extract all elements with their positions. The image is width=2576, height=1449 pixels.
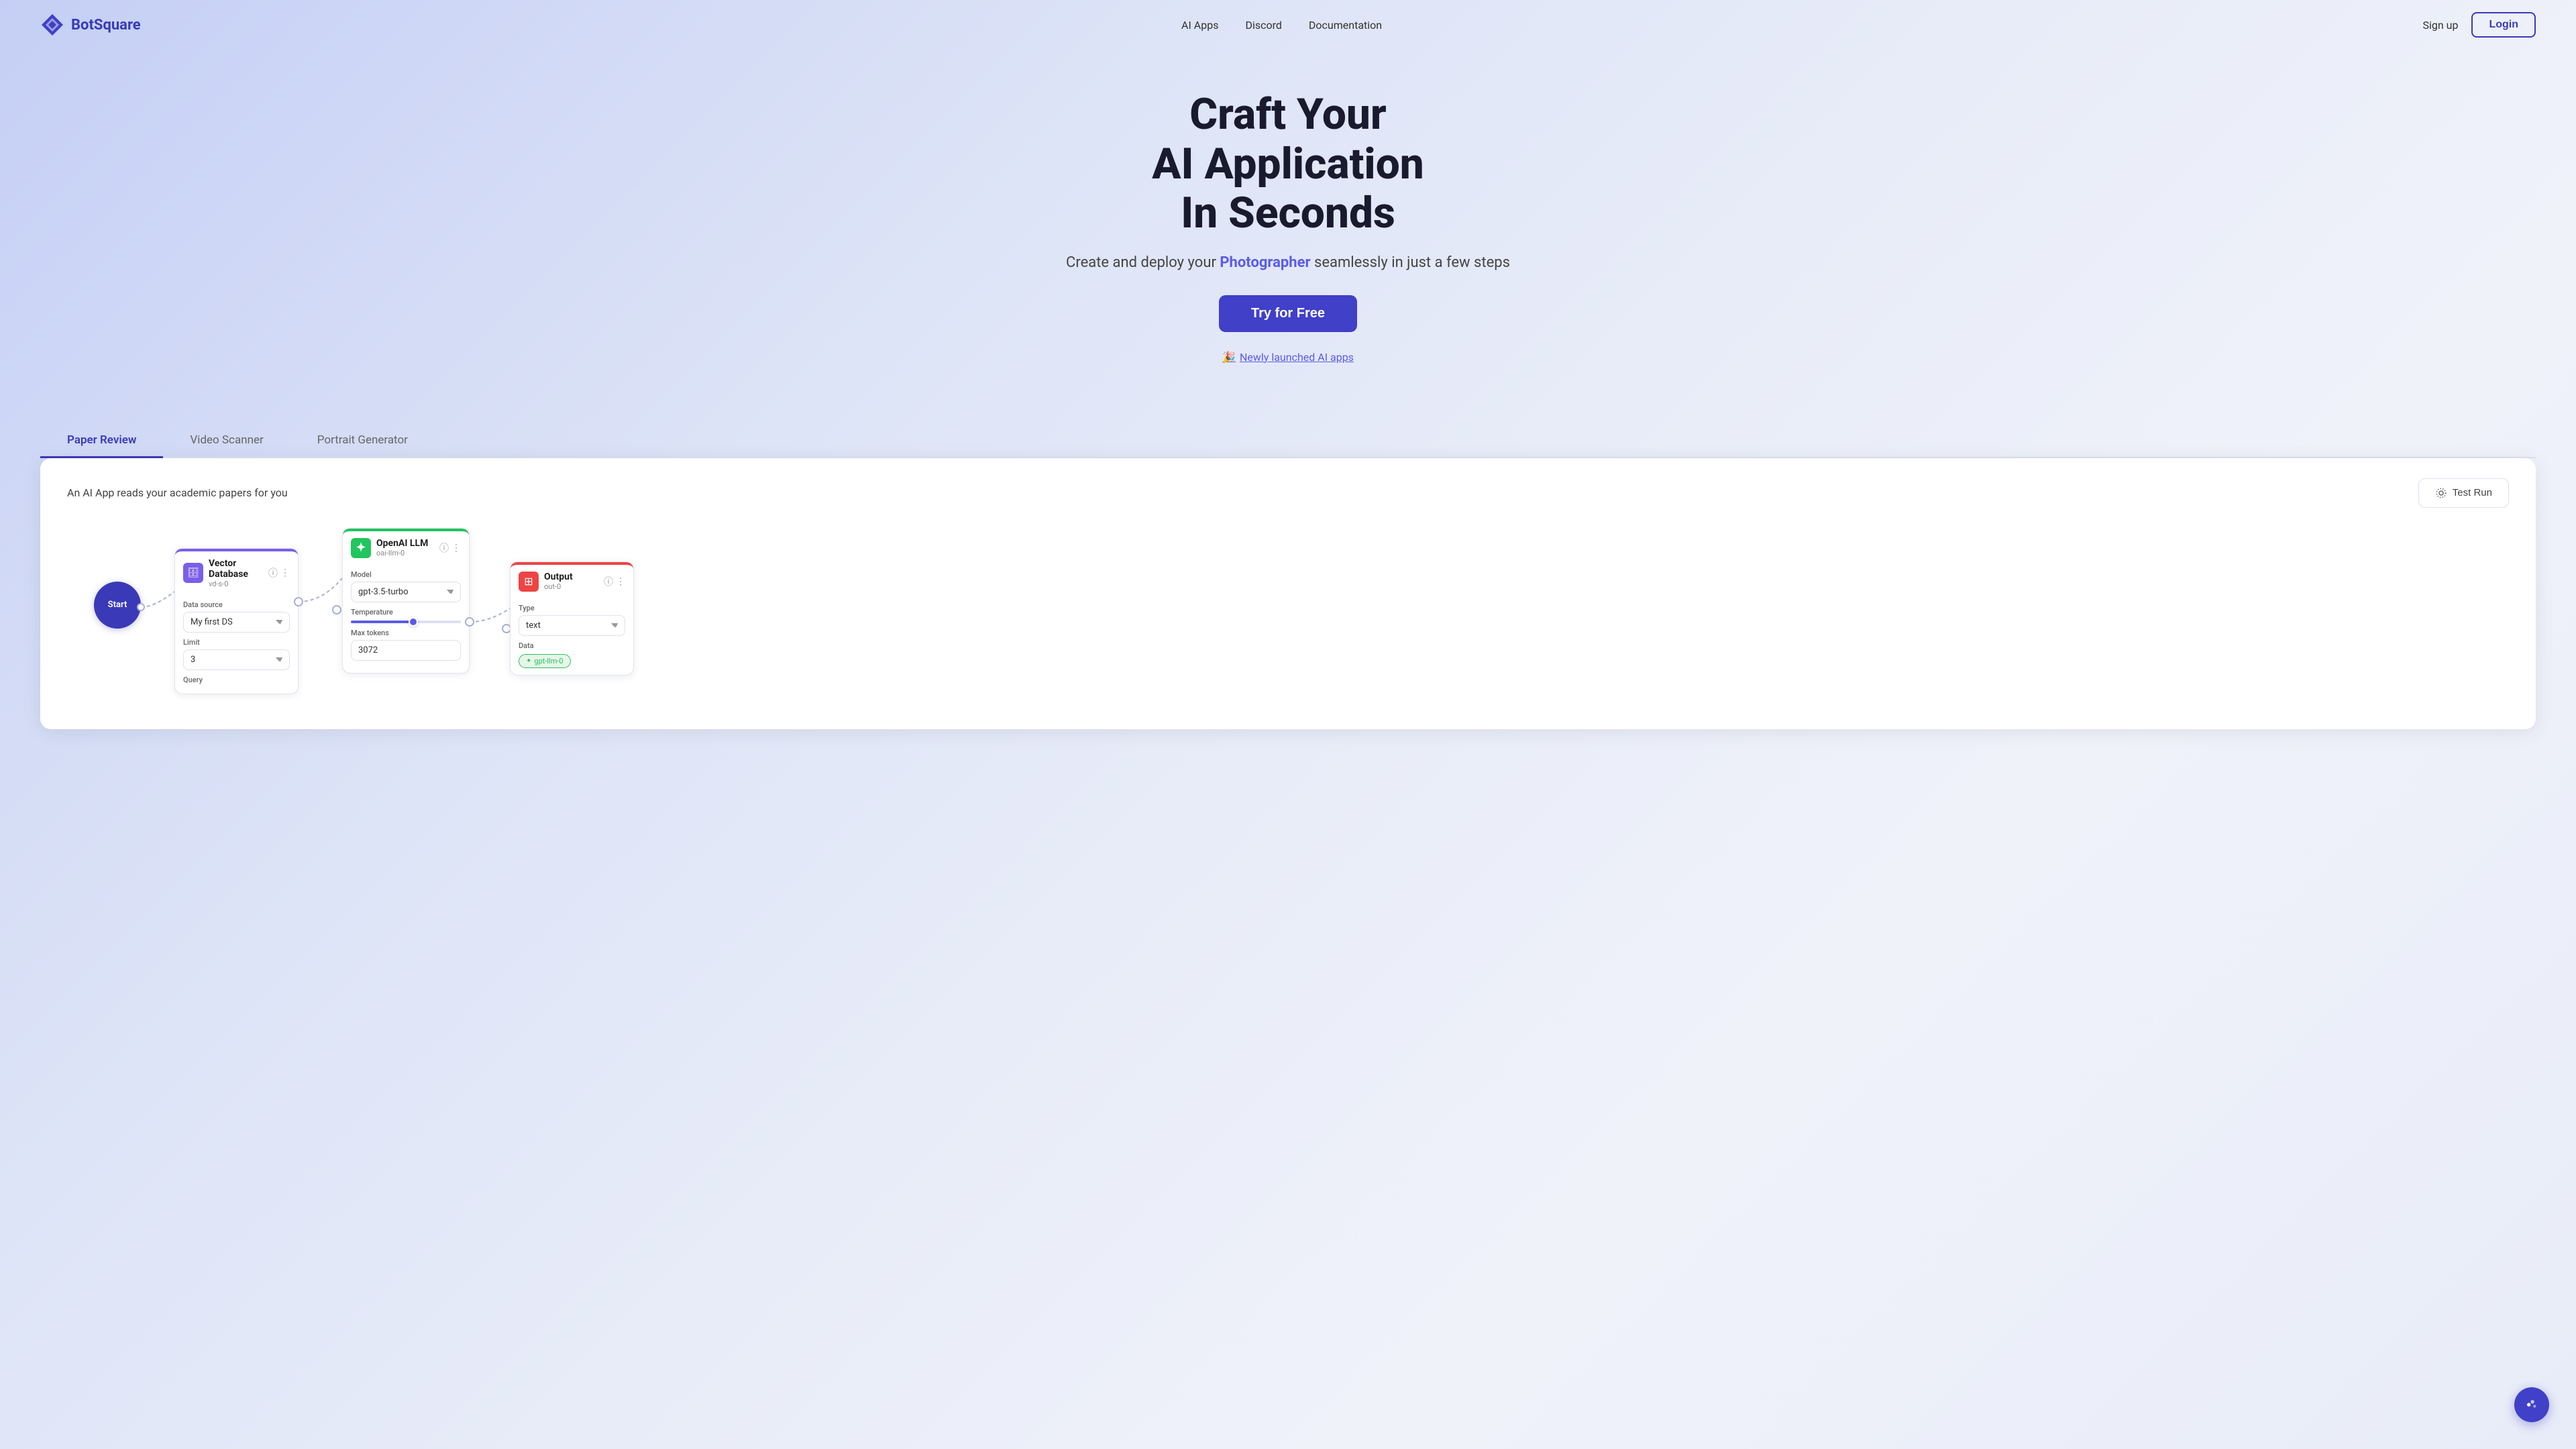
- chat-icon: [2523, 1396, 2540, 1413]
- logo-text: BotSquare: [71, 17, 141, 34]
- vector-db-body: Data source My first DS ▾ Limit 3 ▾ Quer…: [175, 594, 298, 694]
- output-icon: ⊞: [519, 572, 539, 592]
- temperature-slider[interactable]: [351, 621, 461, 623]
- output-body: Type text ▾ Data ✦ gpt-llm-0: [511, 597, 633, 675]
- output-info-icon[interactable]: ⓘ: [604, 575, 613, 588]
- nav-documentation[interactable]: Documentation: [1309, 19, 1382, 32]
- test-run-icon: [2435, 487, 2447, 499]
- openai-body: Model gpt-3.5-turbo ▾ Temperature Max to…: [343, 564, 469, 673]
- openai-llm-node: ✦ OpenAI LLM oai-llm-0 ⓘ ⋮ Model gpt-3.5…: [342, 528, 470, 674]
- conn-dot-2: [332, 605, 341, 614]
- output-header: ⊞ Output out-0 ⓘ ⋮: [511, 562, 633, 597]
- demo-card-header: An AI App reads your academic papers for…: [67, 478, 2509, 508]
- openai-icon: ✦: [351, 538, 371, 558]
- openai-title: OpenAI LLM: [376, 538, 434, 549]
- demo-card-description: An AI App reads your academic papers for…: [67, 486, 288, 499]
- vector-db-info-icon[interactable]: ⓘ: [268, 566, 278, 580]
- nav-discord[interactable]: Discord: [1245, 19, 1281, 32]
- max-tokens-input[interactable]: 3072: [351, 640, 461, 661]
- newly-launched-link[interactable]: 🎉Newly launched AI apps: [13, 351, 2563, 364]
- openai-info-icon[interactable]: ⓘ: [439, 541, 449, 555]
- temperature-label: Temperature: [351, 608, 461, 616]
- vector-db-header: 🗄 Vector Database vd-s-0 ⓘ ⋮: [175, 549, 298, 594]
- demo-section: Paper Review Video Scanner Portrait Gene…: [0, 424, 2576, 729]
- logo-icon: [40, 13, 64, 37]
- output-menu-icon[interactable]: ⋮: [616, 576, 625, 587]
- launched-link-row: 🎉Newly launched AI apps: [13, 351, 2563, 364]
- signup-link[interactable]: Sign up: [2422, 19, 2458, 32]
- data-source-label: Data source: [183, 600, 290, 609]
- party-emoji: 🎉: [1222, 351, 1236, 364]
- tab-video-scanner[interactable]: Video Scanner: [163, 424, 290, 458]
- vector-db-title: Vector Database: [209, 558, 263, 580]
- hero-title: Craft Your AI Application In Seconds: [13, 90, 2563, 238]
- model-label: Model: [351, 570, 461, 579]
- tab-paper-review[interactable]: Paper Review: [40, 424, 163, 458]
- login-button[interactable]: Login: [2471, 12, 2536, 38]
- nav-ai-apps[interactable]: AI Apps: [1181, 19, 1218, 32]
- try-for-free-button[interactable]: Try for Free: [1219, 295, 1357, 332]
- limit-select[interactable]: 3 ▾: [183, 649, 290, 670]
- hero-section: Craft Your AI Application In Seconds Cre…: [0, 50, 2576, 390]
- vector-db-menu-icon[interactable]: ⋮: [280, 568, 290, 578]
- vector-db-icon: 🗄: [183, 563, 203, 583]
- query-label: Query: [183, 676, 290, 684]
- max-tokens-label: Max tokens: [351, 629, 461, 637]
- chat-widget[interactable]: [2514, 1387, 2549, 1422]
- limit-label: Limit: [183, 638, 290, 647]
- model-select[interactable]: gpt-3.5-turbo ▾: [351, 582, 461, 602]
- output-node: ⊞ Output out-0 ⓘ ⋮ Type text ▾: [510, 561, 634, 676]
- output-subtitle: out-0: [544, 582, 598, 591]
- vector-db-subtitle: vd-s-0: [209, 580, 263, 588]
- data-label: Data: [519, 641, 625, 650]
- flow-canvas: Start 🗄 Vector Database vd-s-0 ⓘ ⋮: [67, 528, 2509, 729]
- data-tag-chip: ✦ gpt-llm-0: [519, 654, 571, 668]
- start-node: Start: [94, 582, 141, 629]
- type-label: Type: [519, 604, 625, 612]
- nav-links: AI Apps Discord Documentation: [1181, 19, 1382, 32]
- hero-subtitle: Create and deploy your Photographer seam…: [13, 254, 2563, 271]
- logo[interactable]: BotSquare: [40, 13, 141, 37]
- data-source-select[interactable]: My first DS ▾: [183, 612, 290, 633]
- openai-menu-icon[interactable]: ⋮: [451, 543, 461, 553]
- navbar: BotSquare AI Apps Discord Documentation …: [0, 0, 2576, 50]
- tab-portrait-generator[interactable]: Portrait Generator: [290, 424, 435, 458]
- openai-subtitle: oai-llm-0: [376, 549, 434, 557]
- nav-right: Sign up Login: [2422, 12, 2536, 38]
- openai-header: ✦ OpenAI LLM oai-llm-0 ⓘ ⋮: [343, 529, 469, 564]
- vector-db-node: 🗄 Vector Database vd-s-0 ⓘ ⋮ Data source…: [174, 548, 299, 694]
- tabs-bar: Paper Review Video Scanner Portrait Gene…: [40, 424, 2536, 458]
- data-tag-container: ✦ gpt-llm-0: [519, 653, 625, 668]
- test-run-button[interactable]: Test Run: [2418, 478, 2509, 508]
- type-select[interactable]: text ▾: [519, 615, 625, 636]
- output-title: Output: [544, 572, 598, 582]
- demo-card: An AI App reads your academic papers for…: [40, 458, 2536, 729]
